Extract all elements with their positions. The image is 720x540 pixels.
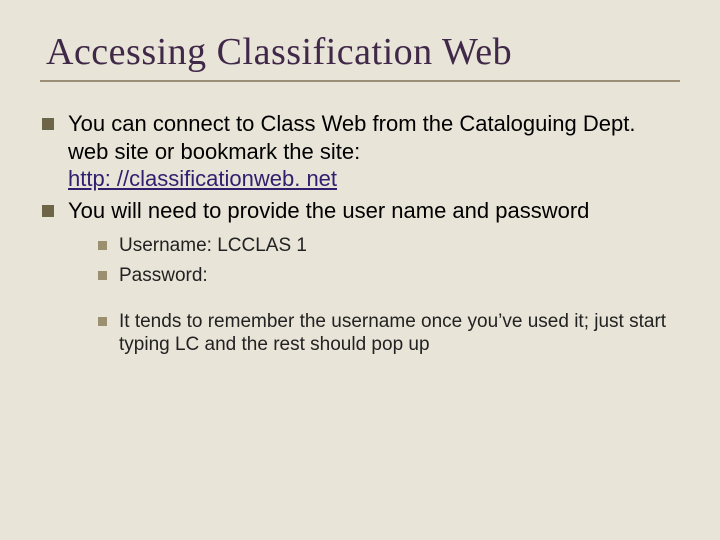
list-item-text: You can connect to Class Web from the Ca… xyxy=(68,110,680,193)
list-item: You can connect to Class Web from the Ca… xyxy=(42,110,680,193)
slide-body: You can connect to Class Web from the Ca… xyxy=(40,110,680,357)
list-item-text: It tends to remember the username once y… xyxy=(119,310,680,358)
slide-title: Accessing Classification Web xyxy=(46,30,680,74)
square-bullet-icon xyxy=(98,317,107,326)
square-bullet-icon xyxy=(42,205,54,217)
square-bullet-icon xyxy=(98,241,107,250)
list-item-text: Username: LCCLAS 1 xyxy=(119,234,680,258)
slide: Accessing Classification Web You can con… xyxy=(0,0,720,540)
list-item: Username: LCCLAS 1 xyxy=(98,234,680,258)
list-item-text: Password: xyxy=(119,264,680,288)
list-item: Password: xyxy=(98,264,680,288)
title-rule xyxy=(40,80,680,82)
list-item: You will need to provide the user name a… xyxy=(42,197,680,225)
url-link[interactable]: http: //classificationweb. net xyxy=(68,166,337,191)
list-item-text: You will need to provide the user name a… xyxy=(68,197,680,225)
text-run: You can connect to Class Web from the Ca… xyxy=(68,111,635,164)
bullet-list-level2: Username: LCCLAS 1 Password: xyxy=(98,234,680,288)
list-item: It tends to remember the username once y… xyxy=(98,310,680,358)
square-bullet-icon xyxy=(42,118,54,130)
square-bullet-icon xyxy=(98,271,107,280)
bullet-list-level1: You can connect to Class Web from the Ca… xyxy=(42,110,680,224)
bullet-list-level2: It tends to remember the username once y… xyxy=(98,310,680,358)
